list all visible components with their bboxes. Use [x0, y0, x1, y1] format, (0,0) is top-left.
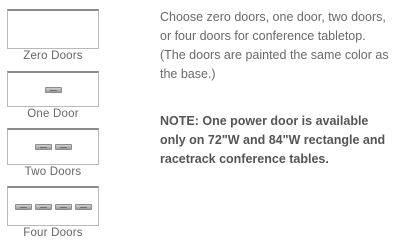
power-door-icon: [44, 86, 62, 93]
tabletop-two-doors-image[interactable]: [7, 128, 99, 165]
door-row: [8, 203, 98, 210]
power-door-icon: [34, 203, 52, 210]
power-door-icon: [54, 144, 72, 150]
option-four-doors[interactable]: Four Doors: [7, 186, 101, 239]
power-door-icon: [54, 203, 72, 210]
power-door-icon: [74, 203, 92, 210]
option-label-zero-doors: Zero Doors: [23, 50, 83, 62]
door-options-description: Choose zero doors, one door, two doors, …: [160, 10, 389, 81]
door-options-page: Zero Doors One Door Two Doors Four Doors…: [0, 0, 397, 240]
power-door-note: NOTE: One power door is available only o…: [160, 114, 386, 166]
tabletop-four-doors-image[interactable]: [7, 186, 99, 226]
tabletop-zero-doors-image[interactable]: [7, 9, 99, 49]
option-two-doors[interactable]: Two Doors: [7, 128, 101, 178]
door-row: [8, 144, 98, 150]
power-door-icon: [14, 203, 32, 210]
option-label-one-door: One Door: [27, 108, 79, 120]
option-label-four-doors: Four Doors: [23, 227, 83, 239]
option-zero-doors[interactable]: Zero Doors: [7, 9, 101, 62]
option-one-door[interactable]: One Door: [7, 71, 101, 120]
tabletop-one-door-image[interactable]: [7, 71, 99, 107]
option-label-two-doors: Two Doors: [24, 166, 82, 178]
power-door-icon: [34, 144, 52, 150]
door-row: [8, 86, 98, 93]
